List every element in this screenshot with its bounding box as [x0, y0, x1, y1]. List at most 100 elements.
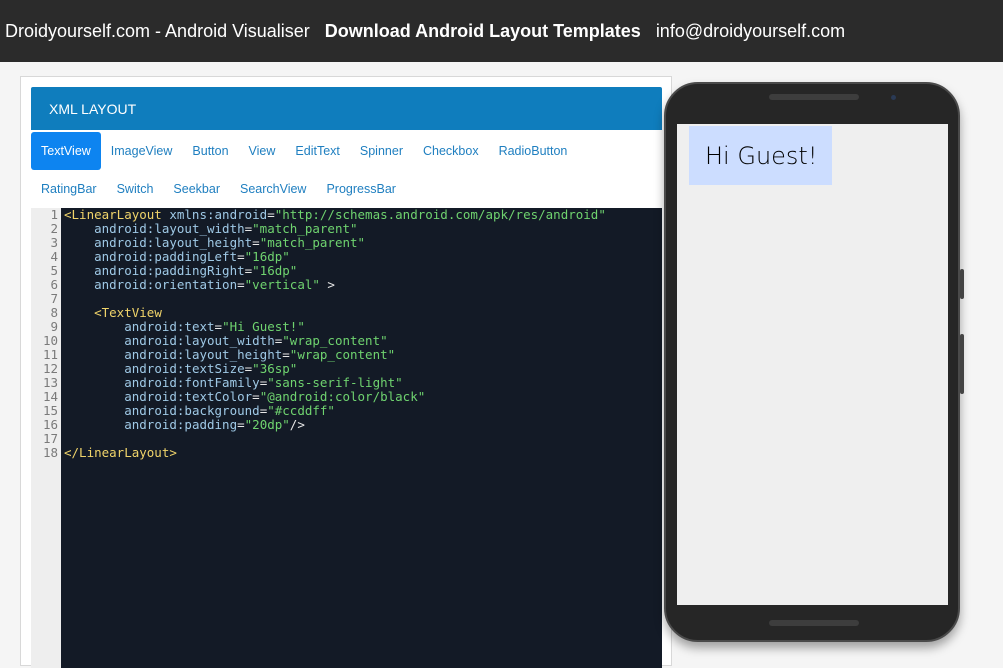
- code-token-str: "wrap_content": [282, 333, 388, 348]
- tab-row-1: TextView ImageView Button View EditText Spinn…: [31, 132, 662, 170]
- code-token-plain: =: [252, 235, 260, 250]
- line-number: 17: [42, 431, 58, 446]
- brand-link[interactable]: Droidyourself.com - Android Visualiser: [5, 21, 310, 42]
- code-token-attr: android:textColor: [124, 389, 253, 404]
- tab-radiobutton[interactable]: RadioButton: [489, 132, 578, 170]
- code-line: android:textColor="@android:color/black": [64, 390, 606, 404]
- phone-screen: Hi Guest!: [677, 124, 948, 605]
- code-token-attr: android:paddingLeft: [94, 249, 238, 264]
- code-token-str: "Hi Guest!": [222, 319, 305, 334]
- code-line: </LinearLayout>: [64, 446, 606, 460]
- code-line: android:background="#ccddff": [64, 404, 606, 418]
- code-token-attr: android:textSize: [124, 361, 245, 376]
- tab-button[interactable]: Button: [182, 132, 238, 170]
- tab-textview[interactable]: TextView: [31, 132, 101, 170]
- line-number: 4: [50, 249, 58, 264]
- code-line: <TextView: [64, 306, 606, 320]
- tab-checkbox[interactable]: Checkbox: [413, 132, 489, 170]
- code-token-str: "20dp": [244, 417, 290, 432]
- download-templates-link[interactable]: Download Android Layout Templates: [325, 21, 641, 42]
- code-token-attr: android:layout_height: [94, 235, 253, 250]
- line-number: 18: [42, 445, 58, 460]
- line-number: 8: [50, 305, 58, 320]
- code-token-plain: =: [237, 277, 245, 292]
- widget-tabs: TextView ImageView Button View EditText Spinn…: [31, 132, 662, 208]
- code-line: android:paddingLeft="16dp": [64, 250, 606, 264]
- code-token-attr: android:layout_width: [94, 221, 245, 236]
- line-number: 3: [50, 235, 58, 250]
- tab-edittext[interactable]: EditText: [285, 132, 349, 170]
- tab-searchview[interactable]: SearchView: [230, 170, 316, 208]
- code-token-str: "@android:color/black": [259, 389, 426, 404]
- code-token-attr: android:paddingRight: [94, 263, 245, 278]
- line-number: 13: [42, 375, 58, 390]
- preview-textview: Hi Guest!: [689, 126, 833, 185]
- tab-imageview[interactable]: ImageView: [101, 132, 183, 170]
- code-token-str: "sans-serif-light": [267, 375, 403, 390]
- code-token-attr: android:orientation: [94, 277, 238, 292]
- line-number: 12: [42, 361, 58, 376]
- code-token-plain: =: [252, 389, 260, 404]
- code-content[interactable]: <LinearLayout xmlns:android="http://sche…: [64, 208, 606, 460]
- code-token-plain: =: [237, 417, 245, 432]
- code-line: android:layout_height="match_parent": [64, 236, 606, 250]
- code-token-plain: =: [267, 208, 275, 222]
- line-number: 9: [50, 319, 58, 334]
- code-token-tag: </LinearLayout>: [64, 445, 177, 460]
- line-number: 15: [42, 403, 58, 418]
- line-number: 5: [50, 263, 58, 278]
- phone-power-button: [960, 269, 964, 299]
- code-line: <LinearLayout xmlns:android="http://sche…: [64, 208, 606, 222]
- code-line: android:text="Hi Guest!": [64, 320, 606, 334]
- tab-progressbar[interactable]: ProgressBar: [316, 170, 405, 208]
- phone-volume-button: [960, 334, 964, 394]
- phone-camera-icon: [891, 95, 896, 100]
- xml-layout-panel: XML LAYOUT TextView ImageView Button View Ed…: [20, 76, 672, 668]
- code-line: android:orientation="vertical" >: [64, 278, 606, 292]
- tab-spinner[interactable]: Spinner: [350, 132, 413, 170]
- code-token-str: "http://schemas.android.com/apk/res/andr…: [274, 208, 606, 222]
- line-number: 7: [50, 291, 58, 306]
- phone-speaker-top: [769, 94, 859, 100]
- code-line: android:fontFamily="sans-serif-light": [64, 376, 606, 390]
- code-token-str: "#ccddff": [267, 403, 335, 418]
- tab-view[interactable]: View: [239, 132, 286, 170]
- code-token-str: "16dp": [244, 249, 290, 264]
- top-navbar: Droidyourself.com - Android Visualiser D…: [0, 0, 1003, 62]
- phone-speaker-bottom: [769, 620, 859, 626]
- code-line: android:layout_width="wrap_content": [64, 334, 606, 348]
- code-token-plain: >: [319, 277, 335, 292]
- line-number: 10: [42, 333, 58, 348]
- phone-mockup: Hi Guest!: [664, 82, 964, 642]
- code-line: android:paddingRight="16dp": [64, 264, 606, 278]
- code-token-plain: />: [289, 417, 305, 432]
- email-link[interactable]: info@droidyourself.com: [656, 21, 845, 42]
- line-number: 2: [50, 221, 58, 236]
- code-token-str: "wrap_content": [289, 347, 396, 362]
- code-token-str: "match_parent": [259, 235, 366, 250]
- code-token-attr: android:layout_width: [124, 333, 275, 348]
- tab-ratingbar[interactable]: RatingBar: [31, 170, 107, 208]
- tab-row-2: RatingBar Switch Seekbar SearchView Progress…: [31, 170, 662, 208]
- code-line: android:padding="20dp"/>: [64, 418, 606, 432]
- code-editor[interactable]: 1 2 3 4 5 6 7 8 9 10 11 12 13 14 15 16 17 18 <LinearLayou…: [31, 208, 662, 668]
- line-number-gutter: 1 2 3 4 5 6 7 8 9 10 11 12 13 14 15 16 17 18: [31, 208, 61, 668]
- tab-switch[interactable]: Switch: [107, 170, 164, 208]
- code-token-tag: <TextView: [94, 305, 162, 320]
- code-token-plain: =: [237, 249, 245, 264]
- tab-seekbar[interactable]: Seekbar: [163, 170, 230, 208]
- code-token-str: "36sp": [252, 361, 298, 376]
- line-number: 6: [50, 277, 58, 292]
